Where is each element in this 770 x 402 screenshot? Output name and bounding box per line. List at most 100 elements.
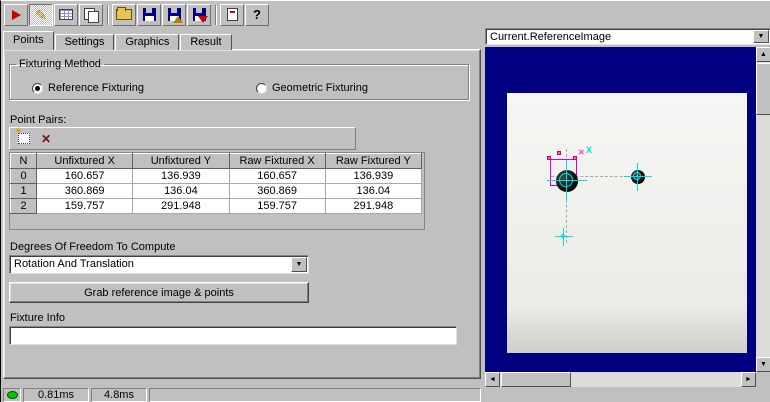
status-time-1: 0.81ms bbox=[23, 388, 89, 402]
vertical-scroll-thumb[interactable] bbox=[756, 63, 770, 115]
vertical-scrollbar[interactable]: ▲ ▼ bbox=[756, 47, 770, 372]
column-header: Unfixtured Y bbox=[133, 154, 229, 169]
point-pairs-table: N Unfixtured X Unfixtured Y Raw Fixtured… bbox=[10, 153, 422, 214]
row-header[interactable]: 1 bbox=[11, 184, 37, 199]
export-arrow-overlay bbox=[173, 16, 183, 23]
scroll-up-button[interactable]: ▲ bbox=[756, 47, 770, 62]
image-canvas[interactable]: ✕ X bbox=[485, 47, 756, 372]
status-led-cell bbox=[3, 388, 21, 402]
image-selector-value: Current.ReferenceImage bbox=[490, 31, 611, 43]
points-tab-panel: Fixturing Method Reference Fixturing Geo… bbox=[3, 49, 481, 379]
import-arrow-overlay bbox=[198, 16, 208, 23]
save-file-button[interactable] bbox=[137, 4, 161, 26]
table-cell[interactable]: 160.657 bbox=[229, 169, 325, 184]
tab-graphics[interactable]: Graphics bbox=[115, 34, 179, 50]
horizontal-scrollbar[interactable]: ◄ ► bbox=[485, 372, 756, 387]
status-led-icon bbox=[7, 391, 18, 399]
crosshair-ring-2 bbox=[633, 172, 641, 180]
radio-geometric-fixturing[interactable]: Geometric Fixturing bbox=[256, 82, 368, 94]
play-icon bbox=[12, 10, 21, 20]
reference-image[interactable]: ✕ X bbox=[507, 93, 747, 353]
help-icon: ? bbox=[253, 7, 261, 22]
open-folder-icon bbox=[116, 9, 132, 20]
column-header: Raw Fixtured Y bbox=[325, 154, 421, 169]
copy-button[interactable] bbox=[79, 4, 103, 26]
add-point-button[interactable]: ✶ bbox=[13, 129, 35, 148]
table-cell[interactable]: 136.04 bbox=[133, 184, 229, 199]
toolbar-separator bbox=[107, 5, 109, 25]
floppy-icon bbox=[143, 8, 156, 21]
import-button[interactable] bbox=[187, 4, 211, 26]
table-cell[interactable]: 360.869 bbox=[229, 184, 325, 199]
floppy-export-icon bbox=[168, 8, 181, 21]
toolbar-separator bbox=[215, 5, 217, 25]
dof-selected-value: Rotation And Translation bbox=[14, 258, 134, 270]
fixture-info-label: Fixture Info bbox=[10, 312, 65, 324]
row-header[interactable]: 2 bbox=[11, 199, 37, 214]
table-cell[interactable]: 136.04 bbox=[325, 184, 421, 199]
tab-settings[interactable]: Settings bbox=[55, 34, 115, 50]
chevron-down-icon[interactable]: ▼ bbox=[291, 257, 307, 272]
floppy-import-icon bbox=[193, 8, 206, 21]
save-as-button[interactable] bbox=[162, 4, 186, 26]
open-file-button[interactable] bbox=[112, 4, 136, 26]
pen-icon: ✎ bbox=[35, 8, 47, 22]
table-cell[interactable]: 291.948 bbox=[325, 199, 421, 214]
delete-icon: ✕ bbox=[41, 133, 51, 145]
status-time-2: 4.8ms bbox=[91, 388, 147, 402]
radio-reference-fixturing[interactable]: Reference Fixturing bbox=[32, 82, 144, 94]
delete-point-button[interactable]: ✕ bbox=[35, 129, 57, 148]
edit-handle[interactable] bbox=[557, 151, 561, 155]
table-cell[interactable]: 136.939 bbox=[325, 169, 421, 184]
row-header[interactable]: 0 bbox=[11, 169, 37, 184]
application-window: ✎ ? Points Settings Graphics Result Fixt… bbox=[0, 0, 770, 402]
scroll-right-button[interactable]: ► bbox=[741, 372, 756, 387]
radio-label: Geometric Fixturing bbox=[272, 82, 368, 94]
table-header-row: N Unfixtured X Unfixtured Y Raw Fixtured… bbox=[11, 154, 422, 169]
point-pairs-grid: N Unfixtured X Unfixtured Y Raw Fixtured… bbox=[9, 152, 425, 230]
dof-dropdown[interactable]: Rotation And Translation ▼ bbox=[9, 255, 309, 274]
table-cell[interactable]: 136.939 bbox=[133, 169, 229, 184]
scroll-left-button[interactable]: ◄ bbox=[485, 372, 500, 387]
star-glyph: ✶ bbox=[14, 127, 22, 137]
table-icon bbox=[59, 9, 73, 20]
edit-button[interactable]: ✎ bbox=[29, 4, 53, 26]
status-filler-panel bbox=[149, 388, 481, 402]
datagrid-button[interactable] bbox=[54, 4, 78, 26]
table-cell[interactable]: 160.657 bbox=[37, 169, 133, 184]
column-header: Unfixtured X bbox=[37, 154, 133, 169]
radio-button-icon bbox=[256, 83, 267, 94]
report-button[interactable] bbox=[220, 4, 244, 26]
tab-result[interactable]: Result bbox=[180, 34, 231, 50]
scrollbar-corner bbox=[756, 372, 770, 387]
column-header: N bbox=[11, 154, 37, 169]
table-cell[interactable]: 360.869 bbox=[37, 184, 133, 199]
new-point-icon: ✶ bbox=[18, 133, 30, 144]
run-button[interactable] bbox=[4, 4, 28, 26]
image-selector-dropdown[interactable]: Current.ReferenceImage ▼ bbox=[485, 28, 770, 45]
chevron-down-icon[interactable]: ▼ bbox=[753, 30, 769, 43]
scroll-down-button[interactable]: ▼ bbox=[756, 357, 770, 372]
rotate-handle[interactable]: ✕ bbox=[578, 149, 585, 157]
tab-points[interactable]: Points bbox=[3, 31, 54, 50]
edit-handle[interactable] bbox=[573, 156, 577, 160]
page-icon bbox=[227, 8, 238, 21]
horizontal-scroll-thumb[interactable] bbox=[501, 372, 571, 387]
main-toolbar: ✎ ? bbox=[1, 1, 770, 28]
tab-bar: Points Settings Graphics Result bbox=[3, 31, 233, 50]
help-button[interactable]: ? bbox=[245, 4, 269, 26]
fixture-info-input[interactable] bbox=[9, 326, 457, 345]
point-pairs-label: Point Pairs: bbox=[10, 114, 66, 126]
fixturing-method-legend: Fixturing Method bbox=[16, 58, 104, 70]
table-cell[interactable]: 159.757 bbox=[229, 199, 325, 214]
table-cell[interactable]: 291.948 bbox=[133, 199, 229, 214]
status-bar: 0.81ms 4.8ms bbox=[1, 387, 770, 402]
grab-reference-button[interactable]: Grab reference image & points bbox=[9, 282, 309, 303]
x-axis-label: X bbox=[586, 146, 592, 155]
table-row: 0 160.657 136.939 160.657 136.939 bbox=[11, 169, 422, 184]
table-row: 2 159.757 291.948 159.757 291.948 bbox=[11, 199, 422, 214]
edit-handle[interactable] bbox=[547, 156, 551, 160]
table-cell[interactable]: 159.757 bbox=[37, 199, 133, 214]
point-pairs-toolbar: ✶ ✕ bbox=[9, 127, 356, 150]
copy-icon bbox=[84, 8, 98, 21]
